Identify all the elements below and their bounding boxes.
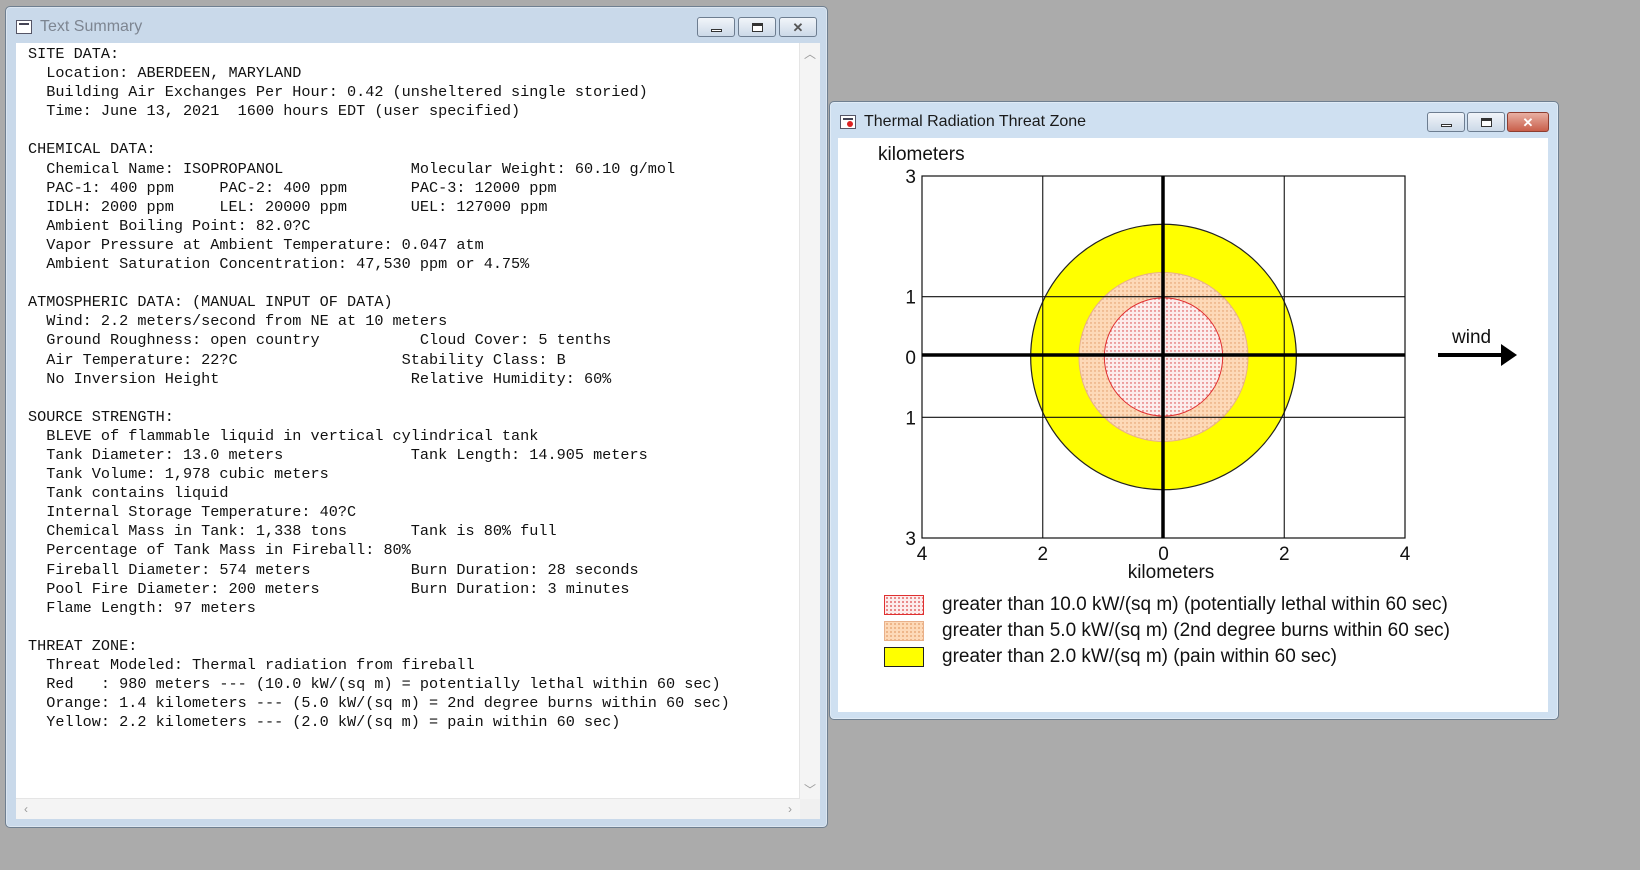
x-tick-label: 2: [1037, 544, 1048, 565]
close-button[interactable]: ✕: [779, 17, 817, 37]
scroll-left-icon[interactable]: ‹: [16, 799, 36, 819]
y-axis-label: kilometers: [878, 144, 965, 165]
threat-zone-window: Thermal Radiation Threat Zone ✕ kilomete…: [829, 101, 1559, 720]
y-tick-label: 1: [905, 288, 916, 309]
x-axis-label: kilometers: [1128, 562, 1215, 583]
scroll-down-icon[interactable]: ﹀: [800, 779, 820, 799]
window-icon: [16, 20, 32, 34]
x-tick-label: 2: [1279, 544, 1290, 565]
window-title: Thermal Radiation Threat Zone: [864, 113, 1087, 130]
y-tick-label: 0: [905, 348, 916, 369]
legend-label: greater than 10.0 kW/(sq m) (potentially…: [942, 594, 1448, 615]
legend-swatch: [884, 647, 924, 667]
x-tick-label: 4: [1400, 544, 1411, 565]
scroll-up-icon[interactable]: ︿: [800, 43, 820, 63]
wind-label: wind: [1451, 327, 1491, 348]
scroll-right-icon[interactable]: ›: [780, 799, 800, 819]
size-grip-icon[interactable]: [800, 799, 820, 819]
maximize-icon: [751, 22, 763, 32]
close-icon: ✕: [792, 19, 804, 35]
minimize-button[interactable]: [1427, 112, 1465, 132]
vertical-scrollbar[interactable]: ︿ ﹀: [799, 43, 820, 799]
window-title: Text Summary: [40, 18, 143, 35]
legend-label: greater than 2.0 kW/(sq m) (pain within …: [942, 646, 1337, 667]
text-summary-window: Text Summary ✕ SITE DATA: Location: ABER…: [5, 6, 828, 828]
maximize-icon: [1480, 117, 1492, 127]
y-tick-label: 3: [905, 167, 916, 188]
text-summary-titlebar[interactable]: Text Summary ✕: [6, 7, 827, 43]
legend-label: greater than 5.0 kW/(sq m) (2nd degree b…: [942, 620, 1450, 641]
close-button[interactable]: ✕: [1507, 112, 1549, 132]
report-text: SITE DATA: Location: ABERDEEN, MARYLAND …: [28, 45, 730, 732]
x-tick-label: 4: [917, 544, 928, 565]
legend-swatch: [884, 595, 924, 615]
threat-zone-content: kilometers 31013 42024 kilometers wind g…: [838, 138, 1548, 712]
maximize-button[interactable]: [738, 17, 776, 37]
maximize-button[interactable]: [1467, 112, 1505, 132]
legend-swatch: [884, 621, 924, 641]
minimize-icon: [1440, 123, 1452, 127]
minimize-icon: [710, 28, 722, 32]
threat-zone-titlebar[interactable]: Thermal Radiation Threat Zone ✕: [830, 102, 1558, 138]
text-summary-content: SITE DATA: Location: ABERDEEN, MARYLAND …: [16, 43, 820, 819]
close-icon: ✕: [1522, 114, 1534, 130]
y-tick-label: 3: [905, 529, 916, 550]
horizontal-scrollbar[interactable]: ‹ ›: [16, 798, 800, 819]
threat-zone-plot: kilometers 31013 42024 kilometers wind: [878, 144, 1517, 583]
threat-zone-window-icon: [840, 115, 856, 129]
y-tick-label: 1: [905, 408, 916, 429]
minimize-button[interactable]: [697, 17, 735, 37]
